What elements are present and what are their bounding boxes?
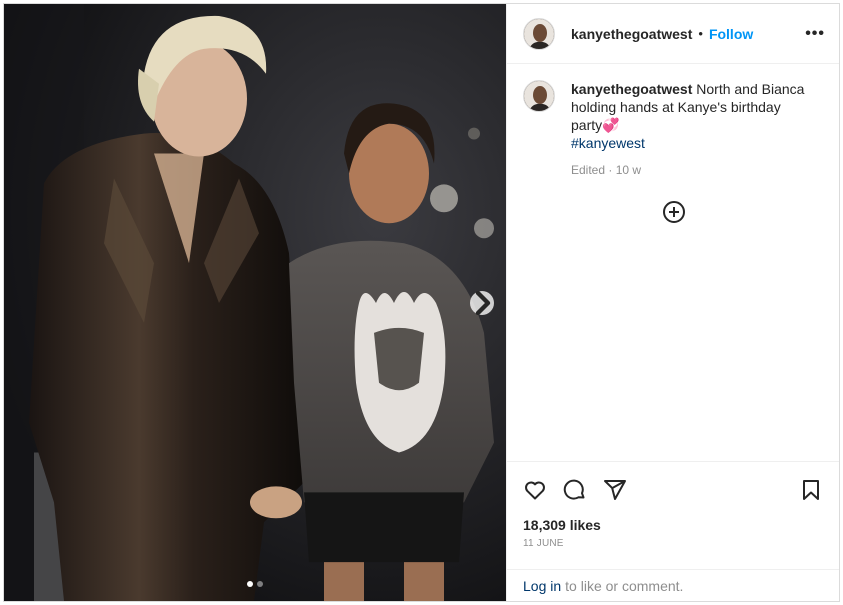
login-link[interactable]: Log in (523, 578, 561, 594)
avatar-image (524, 81, 554, 111)
caption-section: kanyethegoatwest North and Bianca holdin… (507, 64, 839, 461)
caption-username[interactable]: kanyethegoatwest (571, 81, 692, 97)
carousel-indicator (247, 581, 263, 587)
caption-text: kanyethegoatwest North and Bianca holdin… (571, 80, 811, 179)
comment-icon[interactable] (563, 478, 587, 502)
more-icon[interactable]: ••• (805, 25, 825, 43)
paper-plane-icon[interactable] (603, 478, 627, 502)
post-date: 11 JUNE (523, 538, 564, 549)
avatar-image (524, 18, 554, 49)
bookmark-icon[interactable] (799, 478, 823, 502)
photo-image (4, 4, 506, 601)
heart-icon[interactable] (523, 478, 547, 502)
likes-count[interactable]: 18,309 likes (507, 517, 839, 533)
follow-button[interactable]: Follow (709, 26, 753, 42)
post-username[interactable]: kanyethegoatwest (571, 26, 692, 42)
avatar[interactable] (523, 17, 555, 50)
hashtag-link[interactable]: #kanyewest (571, 134, 811, 152)
post-photo[interactable] (4, 4, 506, 601)
carousel-dot (257, 581, 263, 587)
separator-dot: • (698, 26, 703, 41)
caption-row: kanyethegoatwest North and Bianca holdin… (523, 80, 823, 179)
post-header: kanyethegoatwest • Follow ••• (507, 4, 839, 64)
carousel-dot-active (247, 581, 253, 587)
chevron-right-icon (475, 291, 491, 315)
instagram-post: kanyethegoatwest • Follow ••• kanyethego… (3, 3, 840, 602)
login-prompt-text: to like or comment. (565, 577, 684, 594)
login-prompt: Log in to like or comment. (507, 569, 839, 601)
action-bar (507, 461, 839, 517)
post-details-panel: kanyethegoatwest • Follow ••• kanyethego… (506, 4, 839, 601)
add-circle-icon[interactable] (662, 200, 686, 229)
carousel-next-button[interactable] (470, 291, 494, 315)
edited-timestamp: Edited · 10 w (571, 163, 642, 177)
caption-avatar[interactable] (523, 80, 555, 112)
